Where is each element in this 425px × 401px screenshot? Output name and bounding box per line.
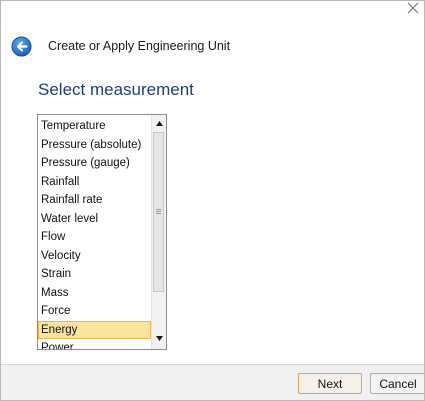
- scroll-grip-icon: [156, 209, 161, 215]
- scroll-down-arrow-icon: [155, 336, 163, 341]
- scroll-thumb[interactable]: [153, 132, 164, 292]
- back-button[interactable]: [11, 36, 32, 57]
- list-item-strain[interactable]: Strain: [38, 265, 151, 284]
- list-item-force[interactable]: Force: [38, 302, 151, 321]
- next-button[interactable]: Next: [298, 373, 362, 394]
- list-scrollbar[interactable]: [151, 115, 166, 349]
- list-item-energy[interactable]: Energy: [38, 320, 151, 339]
- back-arrow-icon: [11, 36, 32, 57]
- list-item-mass[interactable]: Mass: [38, 284, 151, 303]
- list-item-water-level[interactable]: Water level: [38, 210, 151, 229]
- cancel-button[interactable]: Cancel: [370, 373, 424, 394]
- list-item-flow[interactable]: Flow: [38, 228, 151, 247]
- dialog-footer: Next Cancel: [1, 364, 424, 400]
- scroll-down-button[interactable]: [152, 332, 166, 347]
- close-icon: [407, 2, 419, 14]
- list-item-velocity[interactable]: Velocity: [38, 247, 151, 266]
- measurement-list: Temperature Pressure (absolute) Pressure…: [38, 115, 151, 349]
- list-item-temperature[interactable]: Temperature: [38, 117, 151, 136]
- list-item-rainfall[interactable]: Rainfall: [38, 173, 151, 192]
- list-item-pressure-absolute[interactable]: Pressure (absolute): [38, 136, 151, 155]
- window-title: Create or Apply Engineering Unit: [48, 39, 231, 53]
- measurement-listbox[interactable]: Temperature Pressure (absolute) Pressure…: [37, 114, 167, 350]
- list-item-rainfall-rate[interactable]: Rainfall rate: [38, 191, 151, 210]
- page-heading: Select measurement: [38, 80, 194, 99]
- close-button[interactable]: [406, 1, 420, 15]
- dialog-window: Create or Apply Engineering Unit Select …: [0, 0, 425, 401]
- scroll-up-arrow-icon: [155, 121, 163, 126]
- scroll-up-button[interactable]: [152, 117, 166, 132]
- list-item-power[interactable]: Power: [38, 339, 151, 349]
- list-item-pressure-gauge[interactable]: Pressure (gauge): [38, 154, 151, 173]
